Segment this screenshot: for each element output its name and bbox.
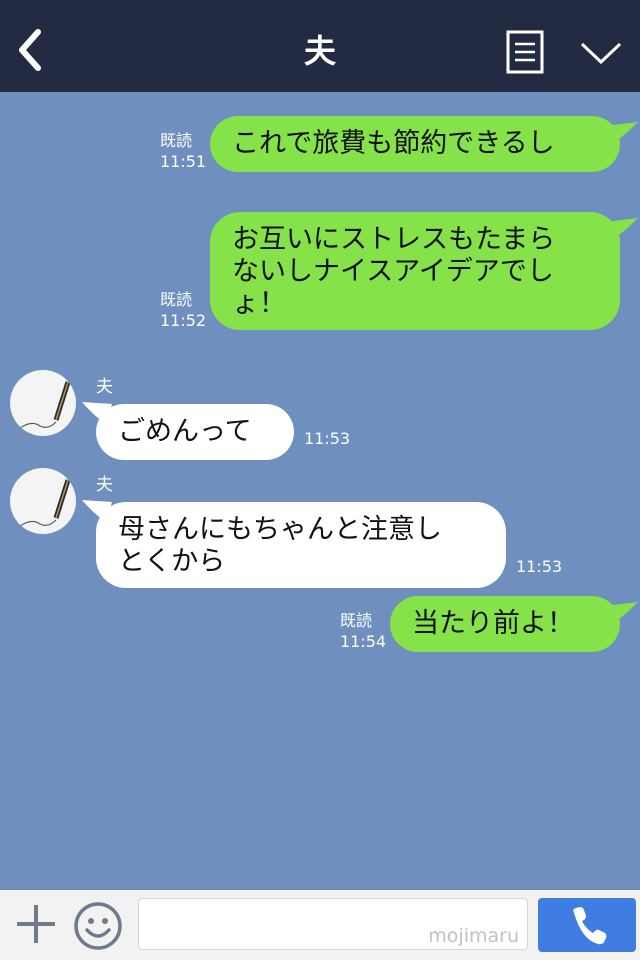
message-text-line: とくから	[118, 546, 226, 577]
smiley-icon	[74, 902, 122, 950]
chevron-down-icon	[580, 42, 622, 65]
input-bar: mojimaru	[0, 890, 640, 960]
message-time: 11:53	[516, 557, 563, 576]
message-text-line: 母さんにもちゃんと注意し	[118, 514, 442, 545]
fountain-pen-icon	[19, 381, 71, 429]
message-input[interactable]: mojimaru	[138, 898, 528, 950]
message-time: 11:52	[160, 311, 207, 330]
document-list-icon	[506, 30, 544, 74]
avatar[interactable]	[10, 468, 76, 534]
phone-icon	[573, 907, 607, 945]
fountain-pen-icon	[19, 479, 71, 527]
message-text-line: ょ！	[232, 288, 286, 319]
add-button[interactable]	[14, 902, 58, 946]
message-bubble-outgoing[interactable]: これで旅費も節約できるし	[210, 116, 620, 172]
emoji-button[interactable]	[72, 900, 124, 952]
read-receipt: 既読	[160, 290, 193, 309]
message-time: 11:51	[160, 152, 207, 171]
message-text: これで旅費も節約できるし	[232, 128, 555, 159]
sender-name: 夫	[96, 377, 113, 397]
bubble-tail	[606, 602, 638, 624]
message-bubble-incoming[interactable]: ごめんって	[96, 404, 294, 460]
bubble-tail	[606, 122, 638, 144]
chat-title: 夫	[303, 32, 336, 70]
message-bubble-incoming[interactable]: 母さんにもちゃんと注意し とくから	[96, 502, 506, 588]
message-text-line: ないしナイスアイデアでし	[232, 256, 554, 287]
message-text: ごめんって	[118, 416, 252, 447]
message-meta: 既読 11:52	[160, 289, 206, 331]
message-time: 11:54	[340, 632, 387, 651]
avatar[interactable]	[10, 370, 76, 436]
call-button[interactable]	[538, 898, 636, 952]
chat-header: 夫	[0, 0, 640, 92]
plus-icon	[17, 905, 55, 943]
message-time: 11:53	[304, 429, 351, 448]
message-bubble-outgoing[interactable]: 当たり前よ！	[390, 596, 620, 652]
message-text-line: お互いにストレスもたまら	[232, 224, 556, 255]
watermark-text: mojimaru	[428, 925, 519, 947]
message-text: 当たり前よ！	[412, 608, 574, 639]
read-receipt: 既読	[160, 131, 193, 150]
chat-area[interactable]: 既読 11:51 これで旅費も節約できるし 既読 11:52 お互いにストレスも…	[0, 92, 640, 890]
message-bubble-outgoing[interactable]: お互いにストレスもたまら ないしナイスアイデアでし ょ！	[210, 212, 620, 330]
message-meta: 既読 11:51	[160, 130, 206, 172]
read-receipt: 既読	[340, 611, 373, 630]
sender-name: 夫	[96, 475, 113, 495]
collapse-button[interactable]	[578, 38, 624, 68]
message-meta: 既読 11:54	[340, 610, 386, 652]
bubble-tail	[606, 218, 638, 240]
menu-button[interactable]	[506, 30, 544, 74]
